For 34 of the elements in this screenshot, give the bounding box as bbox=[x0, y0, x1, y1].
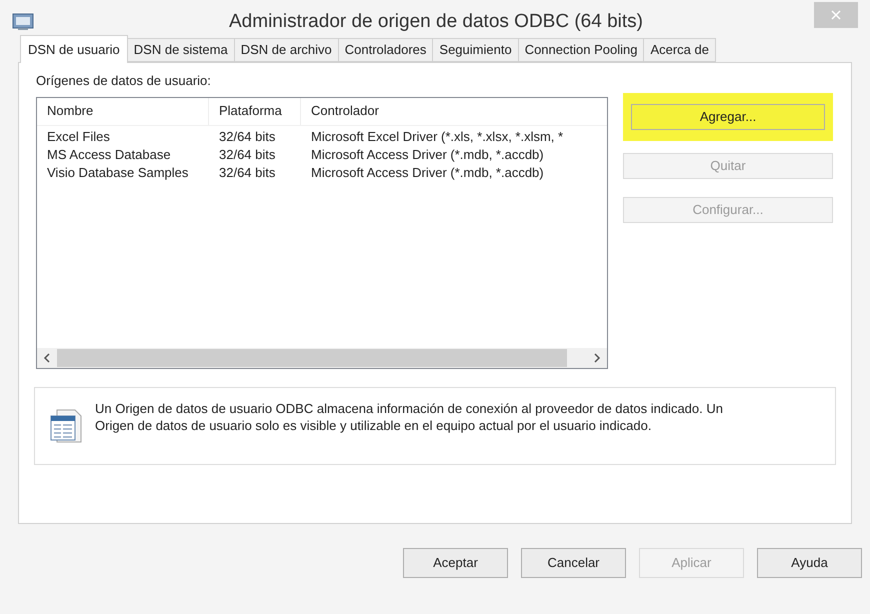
dialog-button[interactable]: Ayuda bbox=[757, 548, 862, 578]
window-icon bbox=[12, 13, 34, 31]
table-cell-text: MS Access Database bbox=[46, 146, 172, 164]
scroll-right-icon[interactable] bbox=[593, 352, 601, 362]
tab[interactable]: Acerca de bbox=[644, 38, 716, 62]
close-icon bbox=[831, 10, 841, 20]
close-button[interactable] bbox=[814, 2, 858, 28]
tab[interactable]: Controladores bbox=[338, 38, 434, 62]
tab[interactable]: DSN de usuario bbox=[20, 35, 128, 63]
dialog-button[interactable]: Aceptar bbox=[403, 548, 508, 578]
tab[interactable]: Seguimiento bbox=[433, 38, 519, 62]
column-header[interactable]: Plataforma bbox=[209, 98, 301, 124]
tab[interactable]: DSN de sistema bbox=[128, 38, 235, 62]
scroll-left-icon[interactable] bbox=[43, 352, 51, 362]
table-cell-text: Visio Database Samples bbox=[46, 164, 190, 182]
data-table-icon bbox=[49, 408, 83, 444]
list-label: Orígenes de datos de usuario: bbox=[36, 72, 212, 90]
dialog-button[interactable]: Cancelar bbox=[521, 548, 626, 578]
column-header[interactable]: Nombre bbox=[37, 98, 209, 124]
tab[interactable]: Connection Pooling bbox=[518, 38, 644, 62]
table-cell-text: Microsoft Access Driver (*.mdb, *.accdb) bbox=[310, 146, 545, 164]
action-button[interactable]: Agregar... bbox=[623, 92, 833, 140]
table-cell-text: 32/64 bits bbox=[218, 128, 276, 146]
scrollbar-thumb[interactable] bbox=[57, 348, 567, 366]
horizontal-scrollbar[interactable] bbox=[37, 348, 607, 368]
info-text: Un Origen de datos de usuario ODBC almacena información de conexión al proveedor de datos indicado. Un Origen de datos de usuario solo es visible y utilizable en el equipo actual por el usuario indicado. bbox=[95, 400, 724, 434]
table-cell-text: 32/64 bits bbox=[218, 164, 276, 182]
table-cell-text: 32/64 bits bbox=[218, 146, 276, 164]
table-cell-text: Microsoft Excel Driver (*.xls, *.xlsx, *.xlsm, * bbox=[310, 128, 564, 146]
table-cell-text: Excel Files bbox=[46, 128, 111, 146]
table-cell-text: Microsoft Access Driver (*.mdb, *.accdb) bbox=[310, 164, 545, 182]
window-title: Administrador de origen de datos ODBC (64 bits) bbox=[228, 10, 644, 34]
column-header[interactable]: Controlador bbox=[301, 98, 606, 124]
tab[interactable]: DSN de archivo bbox=[234, 38, 339, 62]
